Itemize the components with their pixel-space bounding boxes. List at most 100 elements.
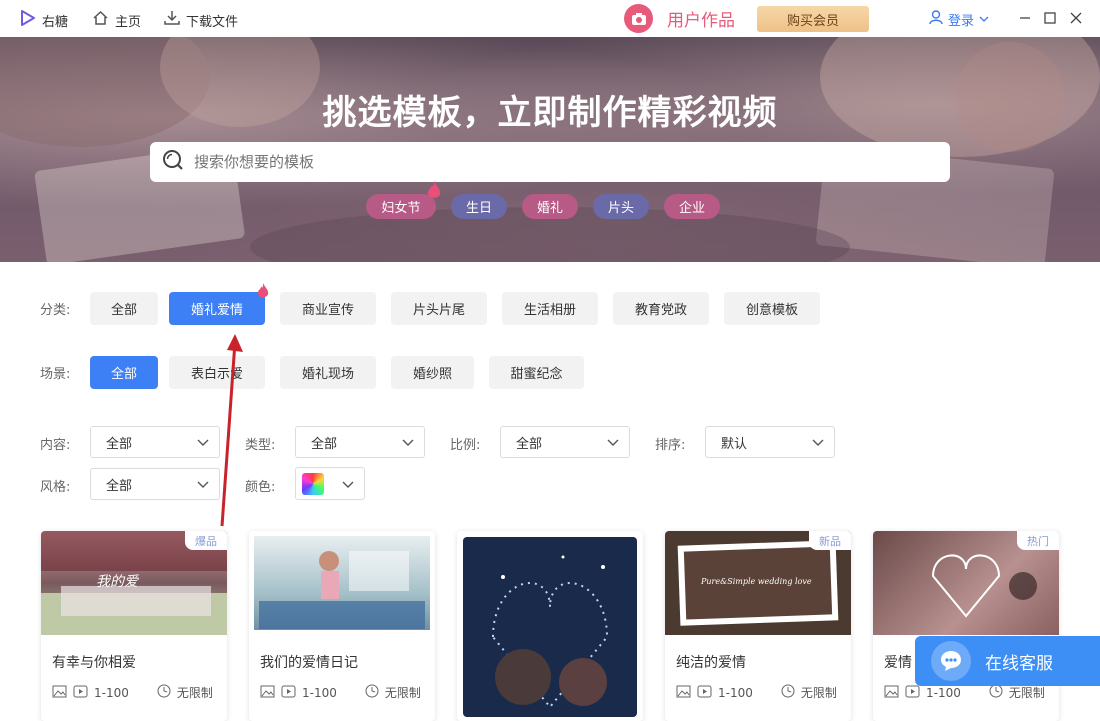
scene-anniversary[interactable]: 甜蜜纪念 — [489, 356, 584, 389]
category-life-album[interactable]: 生活相册 — [502, 292, 598, 325]
category-all[interactable]: 全部 — [90, 292, 158, 325]
type-dropdown[interactable]: 全部 — [295, 426, 425, 458]
card-limit: 无限制 — [1009, 684, 1045, 701]
search-bar[interactable] — [150, 142, 950, 182]
flame-icon — [257, 283, 269, 304]
template-card[interactable]: 我的爱 爆品 有幸与你相爱 1-100 无限制 — [41, 531, 227, 721]
user-icon — [929, 10, 943, 29]
card-title: 纯洁的爱情 — [676, 652, 746, 672]
scene-label: 场景: — [40, 363, 70, 382]
search-input[interactable] — [194, 153, 894, 171]
title-bar: 右糖 主页 下载文件 用户作品 购买会员 登录 — [0, 0, 1100, 37]
card-meta: 1-100 无限制 — [884, 684, 1045, 701]
support-label: 在线客服 — [985, 649, 1053, 674]
scene-all[interactable]: 全部 — [90, 356, 158, 389]
image-icon — [676, 685, 691, 701]
template-card[interactable]: 我们的爱情日记 1-100 无限制 — [249, 531, 435, 721]
video-icon — [697, 685, 712, 701]
maximize-icon[interactable] — [1043, 11, 1057, 25]
style-value: 全部 — [106, 475, 132, 494]
category-wedding-love[interactable]: 婚礼爱情 — [169, 292, 265, 325]
template-thumbnail: Pure&Simple wedding love 新品 — [665, 531, 851, 635]
clock-icon — [365, 684, 379, 701]
video-icon — [73, 685, 88, 701]
app-name: 右糖 — [42, 11, 68, 30]
chevron-down-icon — [342, 478, 354, 494]
hot-tag-womens-day[interactable]: 妇女节 — [366, 194, 436, 219]
card-range: 1-100 — [926, 686, 961, 700]
category-intro-outro[interactable]: 片头片尾 — [391, 292, 487, 325]
chat-icon — [931, 641, 971, 681]
card-meta: 1-100 无限制 — [52, 684, 213, 701]
color-dropdown[interactable] — [295, 467, 365, 500]
scene-wedding-photo[interactable]: 婚纱照 — [391, 356, 474, 389]
thumbnail-script-text: 我的爱 — [96, 571, 138, 591]
home-label: 主页 — [115, 11, 141, 30]
content-dropdown[interactable]: 全部 — [90, 426, 220, 458]
login-button[interactable]: 登录 — [929, 10, 989, 29]
card-meta: 1-100 无限制 — [260, 684, 421, 701]
home-nav[interactable]: 主页 — [92, 10, 141, 30]
login-label: 登录 — [948, 10, 974, 29]
category-business[interactable]: 商业宣传 — [280, 292, 376, 325]
card-limit: 无限制 — [177, 684, 213, 701]
sort-value: 默认 — [721, 433, 747, 452]
card-title: 有幸与你相爱 — [52, 652, 136, 672]
buy-vip-button[interactable]: 购买会员 — [757, 6, 869, 32]
card-meta: 1-100 无限制 — [676, 684, 837, 701]
chevron-down-icon — [402, 436, 414, 452]
home-icon — [92, 10, 109, 30]
card-range: 1-100 — [718, 686, 753, 700]
template-card[interactable]: Pure&Simple wedding love 新品 纯洁的爱情 1-100 … — [665, 531, 851, 721]
thumbnail-image — [249, 531, 435, 635]
scene-wedding-site[interactable]: 婚礼现场 — [280, 356, 376, 389]
chevron-down-icon — [979, 12, 989, 27]
minimize-icon[interactable] — [1018, 11, 1032, 25]
template-card[interactable]: 热门 爱情 1-100 无限制 — [873, 531, 1059, 721]
color-swatch — [302, 473, 324, 495]
card-title: 爱情 — [884, 652, 912, 672]
style-dropdown[interactable]: 全部 — [90, 468, 220, 500]
sort-dropdown[interactable]: 默认 — [705, 426, 835, 458]
logo-icon — [20, 10, 36, 30]
chevron-down-icon — [197, 436, 209, 452]
category-label: 分类: — [40, 299, 70, 318]
user-works-button[interactable]: 用户作品 — [624, 4, 735, 33]
image-icon — [52, 685, 67, 701]
card-limit: 无限制 — [801, 684, 837, 701]
download-icon — [164, 10, 180, 30]
ratio-dropdown[interactable]: 全部 — [500, 426, 630, 458]
template-thumbnail — [249, 531, 435, 635]
hot-tag-intro[interactable]: 片头 — [593, 194, 649, 219]
template-card[interactable] — [457, 531, 643, 721]
download-nav[interactable]: 下载文件 — [164, 10, 238, 30]
app-logo[interactable]: 右糖 — [20, 10, 68, 30]
card-limit: 无限制 — [385, 684, 421, 701]
card-range: 1-100 — [302, 686, 337, 700]
clock-icon — [989, 684, 1003, 701]
hero-banner: 挑选模板，立即制作精彩视频 妇女节 生日 婚礼 片头 企业 — [0, 37, 1100, 262]
online-support-button[interactable]: 在线客服 — [915, 636, 1100, 686]
thumbnail-script-text: Pure&Simple wedding love — [701, 577, 812, 586]
chevron-down-icon — [197, 478, 209, 494]
card-title: 我们的爱情日记 — [260, 652, 358, 672]
search-icon — [162, 149, 184, 175]
ratio-value: 全部 — [516, 433, 542, 452]
badge: 热门 — [1017, 531, 1059, 550]
card-range: 1-100 — [94, 686, 129, 700]
close-icon[interactable] — [1069, 11, 1083, 25]
ratio-label: 比例: — [450, 434, 480, 453]
template-thumbnail — [457, 531, 643, 721]
category-education[interactable]: 教育党政 — [613, 292, 709, 325]
thumbnail-image — [463, 537, 637, 717]
chevron-down-icon — [812, 436, 824, 452]
hot-tag-enterprise[interactable]: 企业 — [664, 194, 720, 219]
hot-tag-birthday[interactable]: 生日 — [451, 194, 507, 219]
template-thumbnail: 热门 — [873, 531, 1059, 635]
image-icon — [260, 685, 275, 701]
type-value: 全部 — [311, 433, 337, 452]
annotation-arrow — [210, 330, 250, 530]
hot-tag-wedding[interactable]: 婚礼 — [522, 194, 578, 219]
hot-tags: 妇女节 生日 婚礼 片头 企业 — [0, 194, 1100, 220]
category-creative[interactable]: 创意模板 — [724, 292, 820, 325]
